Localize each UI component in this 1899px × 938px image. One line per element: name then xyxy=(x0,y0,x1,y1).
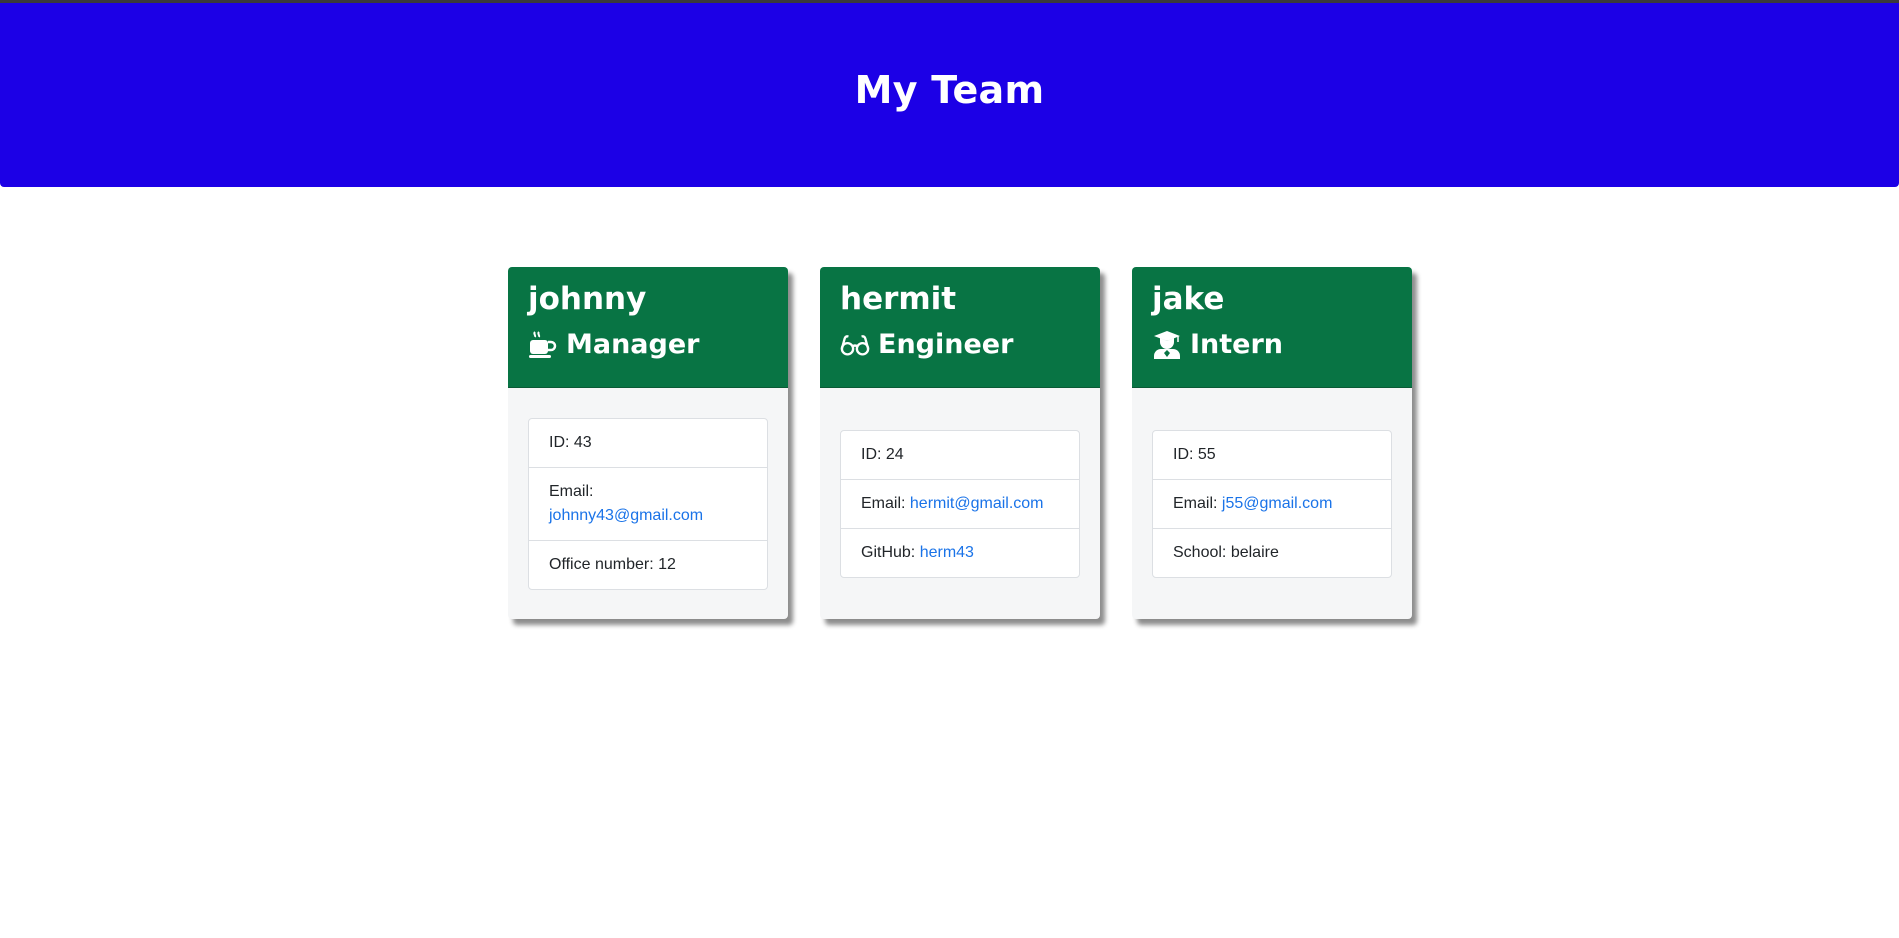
page-header: My Team xyxy=(0,3,1899,187)
card-body: ID: 24 Email: hermit@gmail.com GitHub: h… xyxy=(820,388,1100,619)
github-label: GitHub: xyxy=(861,543,920,561)
email-label: Email: xyxy=(549,482,594,500)
employee-name: johnny xyxy=(528,281,647,317)
employee-details-list: ID: 43 Email: johnny43@gmail.com Office … xyxy=(528,417,768,590)
coffee-mug-icon xyxy=(528,330,558,360)
employee-id-row: ID: 43 xyxy=(529,419,767,468)
card-header: johnny Manager xyxy=(508,267,788,388)
role-label: Manager xyxy=(566,329,700,360)
school-row: School: belaire xyxy=(1153,529,1391,577)
email-link[interactable]: johnny43@gmail.com xyxy=(549,507,703,524)
id-label: ID: xyxy=(861,445,886,463)
github-row: GitHub: herm43 xyxy=(841,529,1079,577)
glasses-icon xyxy=(840,330,870,360)
id-value: 43 xyxy=(573,433,592,451)
team-cards: johnny Manager ID: 43 Email: johnny43@gm xyxy=(508,267,1412,619)
page-title: My Team xyxy=(854,68,1045,112)
card-body: ID: 43 Email: johnny43@gmail.com Office … xyxy=(508,388,788,619)
github-link[interactable]: herm43 xyxy=(920,544,974,561)
school-label: School: xyxy=(1173,543,1231,561)
email-label: Email: xyxy=(1173,494,1222,512)
email-label: Email: xyxy=(861,494,910,512)
employee-details-list: ID: 55 Email: j55@gmail.com School: bela… xyxy=(1152,429,1392,578)
employee-email-row: Email: hermit@gmail.com xyxy=(841,480,1079,529)
graduate-icon xyxy=(1152,330,1182,360)
employee-card-engineer: hermit Engineer ID: 24 Email: hermit@gma xyxy=(820,267,1100,619)
id-label: ID: xyxy=(1173,445,1198,463)
id-value: 24 xyxy=(885,445,904,463)
card-header: hermit Engineer xyxy=(820,267,1100,388)
employee-role: Intern xyxy=(1152,327,1392,363)
office-number-label: Office number: xyxy=(549,555,659,573)
employee-email-row: Email: j55@gmail.com xyxy=(1153,480,1391,529)
email-link[interactable]: hermit@gmail.com xyxy=(910,495,1044,512)
office-number-value: 12 xyxy=(658,555,676,573)
employee-id-row: ID: 55 xyxy=(1153,431,1391,480)
role-label: Engineer xyxy=(878,329,1014,360)
id-value: 55 xyxy=(1197,445,1216,463)
employee-email-row: Email: johnny43@gmail.com xyxy=(529,468,767,541)
employee-details-list: ID: 24 Email: hermit@gmail.com GitHub: h… xyxy=(840,429,1080,578)
office-number-row: Office number: 12 xyxy=(529,541,767,589)
employee-role: Manager xyxy=(528,327,768,363)
employee-card-manager: johnny Manager ID: 43 Email: johnny43@gm xyxy=(508,267,788,619)
employee-id-row: ID: 24 xyxy=(841,431,1079,480)
email-link[interactable]: j55@gmail.com xyxy=(1222,495,1333,512)
id-label: ID: xyxy=(549,433,574,451)
card-header: jake Intern xyxy=(1132,267,1412,388)
employee-card-intern: jake Intern ID: 55 Email: j55@gmail.com xyxy=(1132,267,1412,619)
employee-name: jake xyxy=(1152,281,1225,317)
employee-name: hermit xyxy=(840,281,957,317)
employee-role: Engineer xyxy=(840,327,1080,363)
school-value: belaire xyxy=(1230,543,1279,561)
card-body: ID: 55 Email: j55@gmail.com School: bela… xyxy=(1132,388,1412,619)
role-label: Intern xyxy=(1190,329,1284,360)
